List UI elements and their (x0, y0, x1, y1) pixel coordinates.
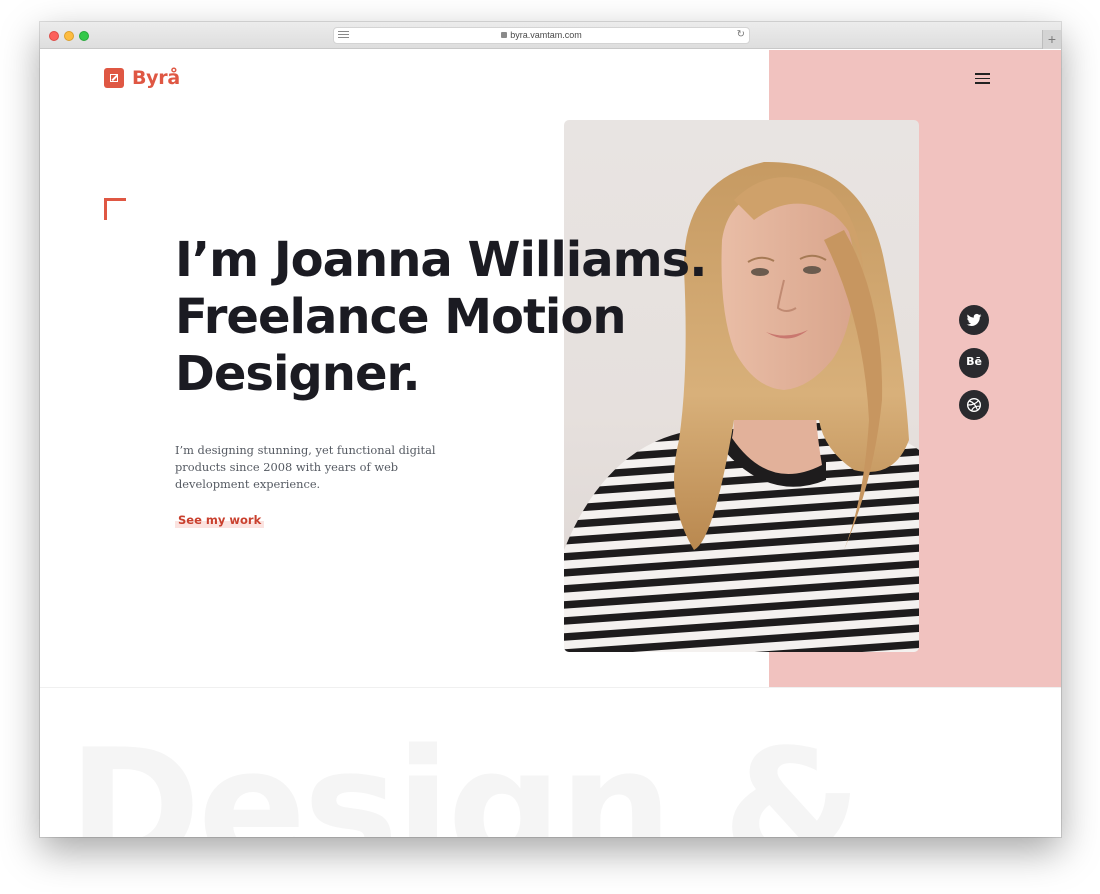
hamburger-menu-icon[interactable] (975, 73, 990, 84)
section-background-word: Design & (68, 714, 862, 838)
behance-icon[interactable]: Bē (959, 348, 989, 378)
lock-icon (501, 32, 508, 38)
url-text: byra.vamtam.com (334, 30, 749, 40)
web-page: Byrå I’m Joanna Williams. Freelance Moti… (40, 50, 1061, 837)
hero-headline: I’m Joanna Williams. Freelance Motion De… (175, 232, 795, 403)
close-window-icon[interactable] (49, 31, 59, 41)
twitter-icon-glyph (966, 313, 982, 326)
twitter-icon[interactable] (959, 305, 989, 335)
behance-label: Bē (966, 355, 982, 368)
headline-line: Designer. (175, 346, 421, 402)
zoom-window-icon[interactable] (79, 31, 89, 41)
minimize-window-icon[interactable] (64, 31, 74, 41)
dribbble-icon-glyph (967, 398, 981, 412)
headline-line: Freelance Motion (175, 289, 627, 345)
dribbble-icon[interactable] (959, 390, 989, 420)
section-divider (40, 687, 1061, 688)
site-logo[interactable]: Byrå (104, 67, 180, 89)
see-my-work-link[interactable]: See my work (175, 512, 265, 528)
decorative-corner-mark (104, 198, 126, 220)
logo-text: Byrå (132, 67, 180, 89)
hero-intro-text: I’m designing stunning, yet functional d… (175, 443, 436, 492)
address-bar[interactable]: byra.vamtam.com ↻ (333, 27, 750, 44)
headline-line: I’m Joanna Williams. (175, 232, 707, 288)
browser-toolbar: byra.vamtam.com ↻ + (40, 22, 1061, 49)
logo-mark-icon (104, 68, 124, 88)
reload-icon[interactable]: ↻ (737, 30, 745, 40)
new-tab-button[interactable]: + (1042, 30, 1061, 49)
browser-window: byra.vamtam.com ↻ + Byrå I’m Joanna Will… (40, 22, 1061, 837)
